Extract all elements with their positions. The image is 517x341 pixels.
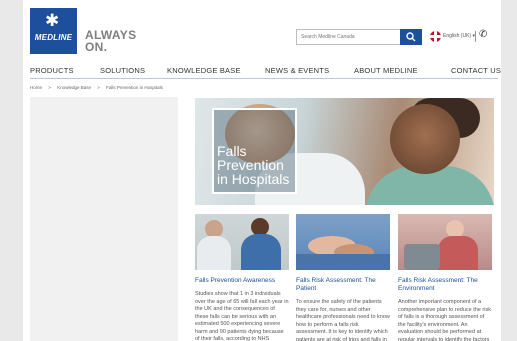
tagline: ALWAYS ON. (85, 28, 137, 54)
article-image[interactable] (398, 214, 492, 270)
nav-solutions[interactable]: SOLUTIONS (100, 66, 145, 75)
article-summary: Another important component of a compreh… (398, 299, 491, 341)
article-image[interactable] (296, 214, 390, 270)
hero-patient-head (390, 104, 460, 174)
main-nav: PRODUCTS SOLUTIONS KNOWLEDGE BASE NEWS &… (23, 62, 501, 78)
article-title[interactable]: Falls Prevention Awareness (195, 277, 289, 285)
nav-about-medline[interactable]: ABOUT MEDLINE (354, 66, 418, 75)
nav-contact-us[interactable]: CONTACT US (451, 66, 501, 75)
header-divider (475, 31, 476, 42)
breadcrumb-separator: > (48, 85, 51, 90)
search-input[interactable] (296, 29, 406, 45)
search-button[interactable] (400, 29, 422, 45)
phone-icon[interactable]: ✆ (479, 29, 487, 40)
breadcrumb-home[interactable]: Home (30, 85, 42, 90)
breadcrumb-knowledge-base[interactable]: Knowledge Base (57, 85, 91, 90)
article-title[interactable]: Falls Risk Assessment: The Environment (398, 277, 492, 293)
language-selector[interactable]: English (UK) ▾ (443, 33, 475, 39)
article-title[interactable]: Falls Risk Assessment: The Patient (296, 277, 390, 293)
hero-banner: Falls Prevention in Hospitals (195, 98, 494, 205)
article-summary: Studies show that 1 in 3 individuals ove… (195, 291, 289, 341)
hero-title: Falls Prevention in Hospitals (217, 143, 290, 187)
medline-logo[interactable]: ✱ MEDLINE (30, 8, 77, 54)
star-of-life-icon: ✱ (45, 11, 60, 30)
uk-flag-icon[interactable] (430, 31, 441, 42)
breadcrumb-separator: > (97, 85, 100, 90)
page: ✱ MEDLINE ALWAYS ON. English (UK) ▾ ✆ PR… (23, 0, 501, 341)
nav-underline (30, 78, 498, 79)
breadcrumb: Home > Knowledge Base > Falls Prevention… (30, 85, 168, 90)
nav-news-events[interactable]: NEWS & EVENTS (265, 66, 329, 75)
logo-wordmark: MEDLINE (34, 33, 73, 42)
search-icon (406, 32, 416, 42)
sidebar (30, 97, 178, 341)
breadcrumb-current: Falls Prevention in Hospitals (106, 85, 163, 90)
nav-knowledge-base[interactable]: KNOWLEDGE BASE (167, 66, 241, 75)
article-summary: To ensure the safety of the patients the… (296, 299, 390, 341)
nav-products[interactable]: PRODUCTS (30, 66, 74, 75)
article-image[interactable] (195, 214, 289, 270)
